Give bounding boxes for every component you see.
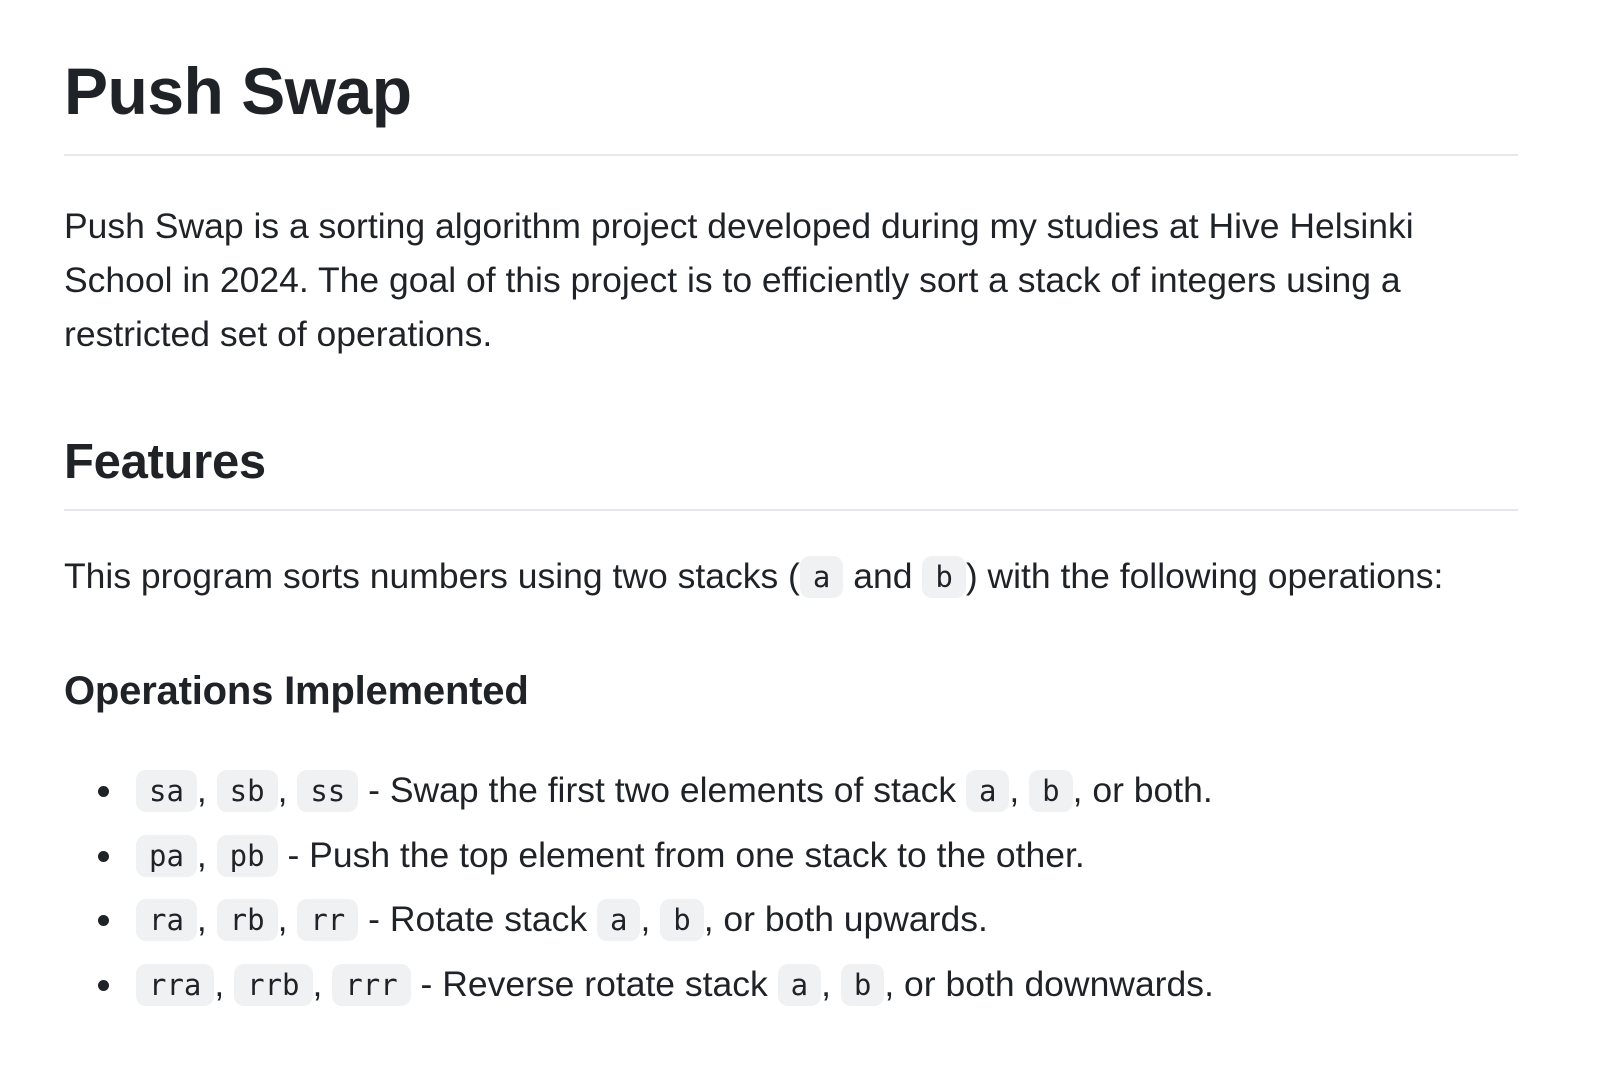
- comma: ,: [640, 899, 651, 939]
- features-divider: [64, 509, 1518, 511]
- comma: ,: [277, 899, 288, 939]
- inline-code-stack-a: a: [965, 770, 1010, 812]
- inline-code-rb: rb: [216, 899, 278, 941]
- inline-code-pa: pa: [136, 834, 197, 877]
- list-item-swap: sa, sb, ss - Swap the first two elements…: [98, 759, 1518, 824]
- comma: ,: [821, 963, 831, 1004]
- inline-code-rrr: rrr: [332, 963, 411, 1006]
- bullet-icon: [98, 915, 109, 926]
- list-item-rotate: ra, rb, rr - Rotate stack a, b, or both …: [98, 888, 1518, 953]
- page-title: Push Swap: [64, 54, 412, 128]
- rotate-suffix: , or both upwards.: [703, 899, 988, 939]
- features-text-before: This program sorts numbers using two sta…: [64, 556, 800, 596]
- bullet-icon: [98, 786, 109, 797]
- swap-description: - Swap the first two elements of stack: [358, 770, 966, 810]
- features-paragraph: This program sorts numbers using two sta…: [64, 549, 1518, 604]
- inline-code-stack-b: b: [1029, 770, 1073, 812]
- comma: ,: [277, 770, 288, 810]
- title-divider: [64, 154, 1518, 156]
- inline-code-rrb: rrb: [234, 963, 313, 1006]
- inline-code-stack-b: b: [660, 899, 704, 941]
- inline-code-sb: sb: [216, 770, 278, 812]
- bullet-icon: [98, 979, 109, 991]
- features-text-and: and: [853, 556, 913, 596]
- readme-document: Push Swap Push Swap is a sorting algorit…: [0, 0, 1600, 1017]
- inline-code-stack-b: b: [840, 963, 885, 1006]
- comma: ,: [312, 963, 323, 1004]
- inline-code-pb: pb: [216, 834, 278, 877]
- inline-code-stack-b: b: [922, 556, 966, 598]
- inline-code-stack-a: a: [597, 899, 641, 941]
- inline-code-rra: rra: [136, 963, 215, 1006]
- bullet-icon: [98, 850, 109, 862]
- comma: ,: [196, 899, 207, 939]
- inline-code-stack-a: a: [799, 556, 844, 598]
- inline-code-sa: sa: [136, 770, 197, 812]
- inline-code-ss: ss: [297, 770, 359, 812]
- features-heading: Features: [64, 435, 266, 489]
- rotate-description: - Rotate stack: [358, 899, 597, 939]
- comma: ,: [1009, 770, 1020, 810]
- inline-code-stack-a: a: [777, 963, 822, 1006]
- list-item-push: pa, pb - Push the top element from one s…: [98, 824, 1518, 889]
- intro-paragraph: Push Swap is a sorting algorithm project…: [64, 206, 1414, 354]
- comma: ,: [214, 963, 225, 1004]
- inline-code-ra: ra: [136, 899, 197, 941]
- list-item-reverse-rotate: rra, rrb, rrr - Reverse rotate stack a , …: [98, 953, 1518, 1018]
- comma: ,: [196, 834, 207, 875]
- features-text-after: ) with the following operations:: [965, 556, 1444, 596]
- comma: ,: [196, 770, 207, 810]
- inline-code-rr: rr: [297, 899, 359, 941]
- operations-list: sa, sb, ss - Swap the first two elements…: [64, 759, 1518, 1017]
- reverse-rotate-suffix: , or both downwards.: [884, 963, 1214, 1004]
- reverse-rotate-description: - Reverse rotate stack: [410, 963, 778, 1004]
- operations-heading: Operations Implemented: [64, 669, 529, 713]
- push-description: - Push the top element from one stack to…: [277, 834, 1085, 875]
- swap-suffix: , or both.: [1072, 770, 1213, 810]
